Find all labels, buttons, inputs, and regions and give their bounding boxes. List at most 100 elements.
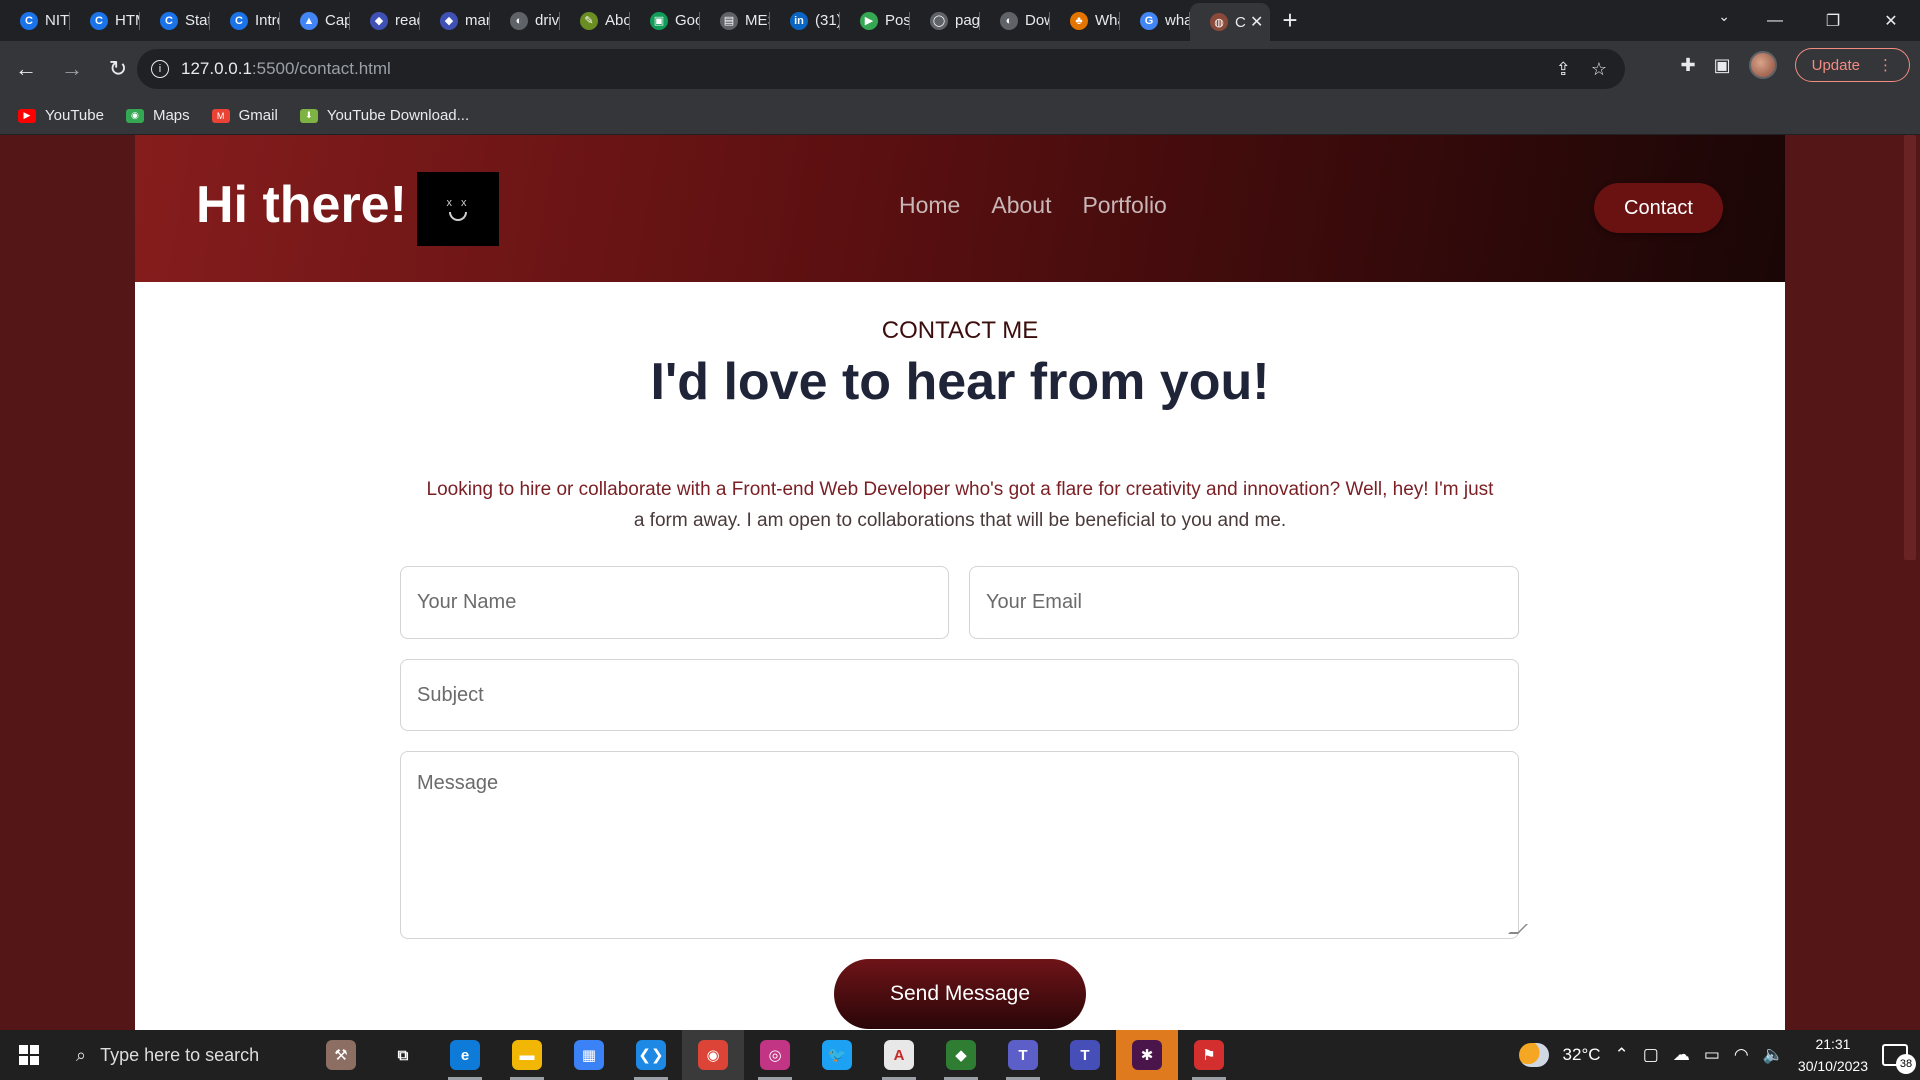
tab-search-icon[interactable]: ⌄	[1718, 8, 1730, 25]
meet-now-icon[interactable]: ▢	[1643, 1045, 1659, 1065]
bookmark-item[interactable]: ⬇ YouTube Download...	[299, 107, 470, 124]
tab-favicon-icon: ▲	[300, 11, 318, 30]
scrollbar-thumb[interactable]	[1904, 135, 1916, 560]
tab[interactable]: ♣ What	[1050, 0, 1120, 41]
tab[interactable]: ▲ Capst	[280, 0, 350, 41]
wifi-icon[interactable]: ◠	[1734, 1045, 1749, 1065]
tab[interactable]: ◐ drive.	[490, 0, 560, 41]
subject-field[interactable]	[400, 659, 1519, 731]
tab[interactable]: C NITDA	[0, 0, 70, 41]
send-message-button[interactable]: Send Message	[834, 959, 1086, 1029]
forward-icon[interactable]: →	[52, 49, 92, 89]
taskbar-app-button[interactable]: ✱	[1116, 1030, 1178, 1080]
tab[interactable]: ▶ PostN	[840, 0, 910, 41]
tab-label: MESC	[745, 12, 770, 29]
email-field[interactable]	[969, 566, 1519, 639]
page-scrollbar[interactable]	[1898, 135, 1920, 1030]
bookmark-item[interactable]: ◉ Maps	[125, 107, 190, 124]
taskbar-app-button[interactable]: ⧉	[372, 1030, 434, 1080]
back-icon[interactable]: ←	[6, 49, 46, 89]
taskbar-app-button[interactable]: T	[1054, 1030, 1116, 1080]
tab[interactable]: ◐ Down	[980, 0, 1050, 41]
maximize-icon[interactable]: ❐	[1804, 0, 1862, 41]
tab[interactable]: C HTML	[70, 0, 140, 41]
onedrive-icon[interactable]: ☁	[1673, 1045, 1690, 1065]
tab-favicon-icon: ◆	[440, 11, 458, 30]
main-nav: Home About Portfolio	[899, 192, 1167, 219]
battery-icon[interactable]: ▭	[1704, 1045, 1720, 1065]
tab-favicon-icon: G	[1140, 11, 1158, 30]
bookmark-icon: ▶	[18, 108, 36, 123]
message-field[interactable]	[400, 751, 1519, 939]
tab[interactable]: ✎ Abou	[560, 0, 630, 41]
tab[interactable]: ▣ Goog	[630, 0, 700, 41]
bookmark-label: Maps	[152, 107, 190, 124]
nav-portfolio[interactable]: Portfolio	[1082, 192, 1166, 219]
tab[interactable]: Gwhat	[1120, 0, 1190, 41]
logo-text[interactable]: Hi there!	[196, 175, 407, 235]
taskbar-app-button[interactable]: ◎	[744, 1030, 806, 1080]
name-field[interactable]	[400, 566, 949, 639]
close-window-icon[interactable]: ✕	[1862, 0, 1920, 41]
tab-active[interactable]: ◍ C ✕	[1190, 3, 1270, 41]
bookmark-item[interactable]: M Gmail	[211, 107, 278, 124]
weather-temp[interactable]: 32°C	[1563, 1045, 1601, 1065]
taskbar-app-button[interactable]: 🐦	[806, 1030, 868, 1080]
instagram-icon: ◎	[760, 1040, 790, 1070]
taskbar-search[interactable]: ⌕ Type here to search	[58, 1030, 310, 1080]
tab[interactable]: ◆ markd	[420, 0, 490, 41]
tab[interactable]: C Introd	[210, 0, 280, 41]
weather-icon[interactable]	[1518, 1043, 1549, 1067]
site-info-icon[interactable]: i	[151, 60, 169, 78]
profile-avatar[interactable]	[1748, 51, 1777, 79]
bookmark-item[interactable]: ▶ YouTube	[18, 107, 104, 124]
taskbar-app-button[interactable]: ◆	[930, 1030, 992, 1080]
reload-icon[interactable]: ↻	[98, 49, 138, 89]
nav-home[interactable]: Home	[899, 192, 960, 219]
taskbar-app-button[interactable]: ◉	[682, 1030, 744, 1080]
side-panel-icon[interactable]: ▣	[1714, 55, 1731, 76]
close-tab-icon[interactable]: ✕	[1250, 12, 1263, 32]
start-button[interactable]	[0, 1030, 58, 1080]
tab-label: What	[1095, 12, 1120, 29]
taskbar-app-button[interactable]: ⚒	[310, 1030, 372, 1080]
clock[interactable]: 21:31 30/10/2023	[1798, 1033, 1868, 1077]
contact-button[interactable]: Contact	[1594, 183, 1723, 233]
bookmark-label: YouTube	[45, 107, 104, 124]
taskbar-app-button[interactable]: T	[992, 1030, 1054, 1080]
taskbar-search-placeholder: Type here to search	[100, 1044, 260, 1065]
address-bar[interactable]: i 127.0.0.1:5500/contact.html ⇪ ☆	[137, 49, 1625, 89]
new-tab-button[interactable]: +	[1270, 0, 1310, 41]
taskbar-apps: ⚒ ⧉ e ▬ ▦ ❮❯ ◉ ◎ 🐦 A ◆ T T ✱ ⚑	[310, 1030, 1240, 1080]
minimize-icon[interactable]: —	[1746, 0, 1804, 41]
taskbar-app-button[interactable]: ▦	[558, 1030, 620, 1080]
tab[interactable]: in (31) F	[770, 0, 840, 41]
tab-label: drive.	[535, 12, 560, 29]
page-viewport: Hi there! x x Home About Portfolio Conta…	[0, 135, 1920, 1030]
teams-icon: T	[1008, 1040, 1038, 1070]
taskbar-app-button[interactable]: ❮❯	[620, 1030, 682, 1080]
volume-icon[interactable]: 🔈	[1763, 1045, 1784, 1065]
update-button[interactable]: Update ⋮	[1794, 48, 1910, 82]
taskbar-app-button[interactable]: ▬	[496, 1030, 558, 1080]
tab[interactable]: ◯ pages	[910, 0, 980, 41]
tab[interactable]: ◆ readm	[350, 0, 420, 41]
logo-icon[interactable]: x x	[417, 172, 499, 246]
taskbar-app-button[interactable]: e	[434, 1030, 496, 1080]
bookmark-star-icon[interactable]: ☆	[1591, 59, 1607, 80]
taskbar-app-button[interactable]: A	[868, 1030, 930, 1080]
taskbar-app-button[interactable]: ⚑	[1178, 1030, 1240, 1080]
git-icon: ◆	[946, 1040, 976, 1070]
bookmark-label: YouTube Download...	[326, 107, 470, 124]
tab[interactable]: C Static	[140, 0, 210, 41]
tab-label: Introd	[255, 12, 280, 29]
share-icon[interactable]: ⇪	[1556, 59, 1571, 80]
search-icon: ⌕	[76, 1044, 87, 1065]
store-icon: ▦	[574, 1040, 604, 1070]
tab[interactable]: ▤ MESC	[700, 0, 770, 41]
notification-center-icon[interactable]: 38	[1882, 1044, 1916, 1074]
browser-toolbar: ← → ↻ i 127.0.0.1:5500/contact.html ⇪ ☆ …	[0, 41, 1920, 97]
extensions-icon[interactable]: ✚	[1681, 55, 1696, 76]
tray-overflow-icon[interactable]: ⌃	[1615, 1045, 1629, 1065]
nav-about[interactable]: About	[991, 192, 1051, 219]
